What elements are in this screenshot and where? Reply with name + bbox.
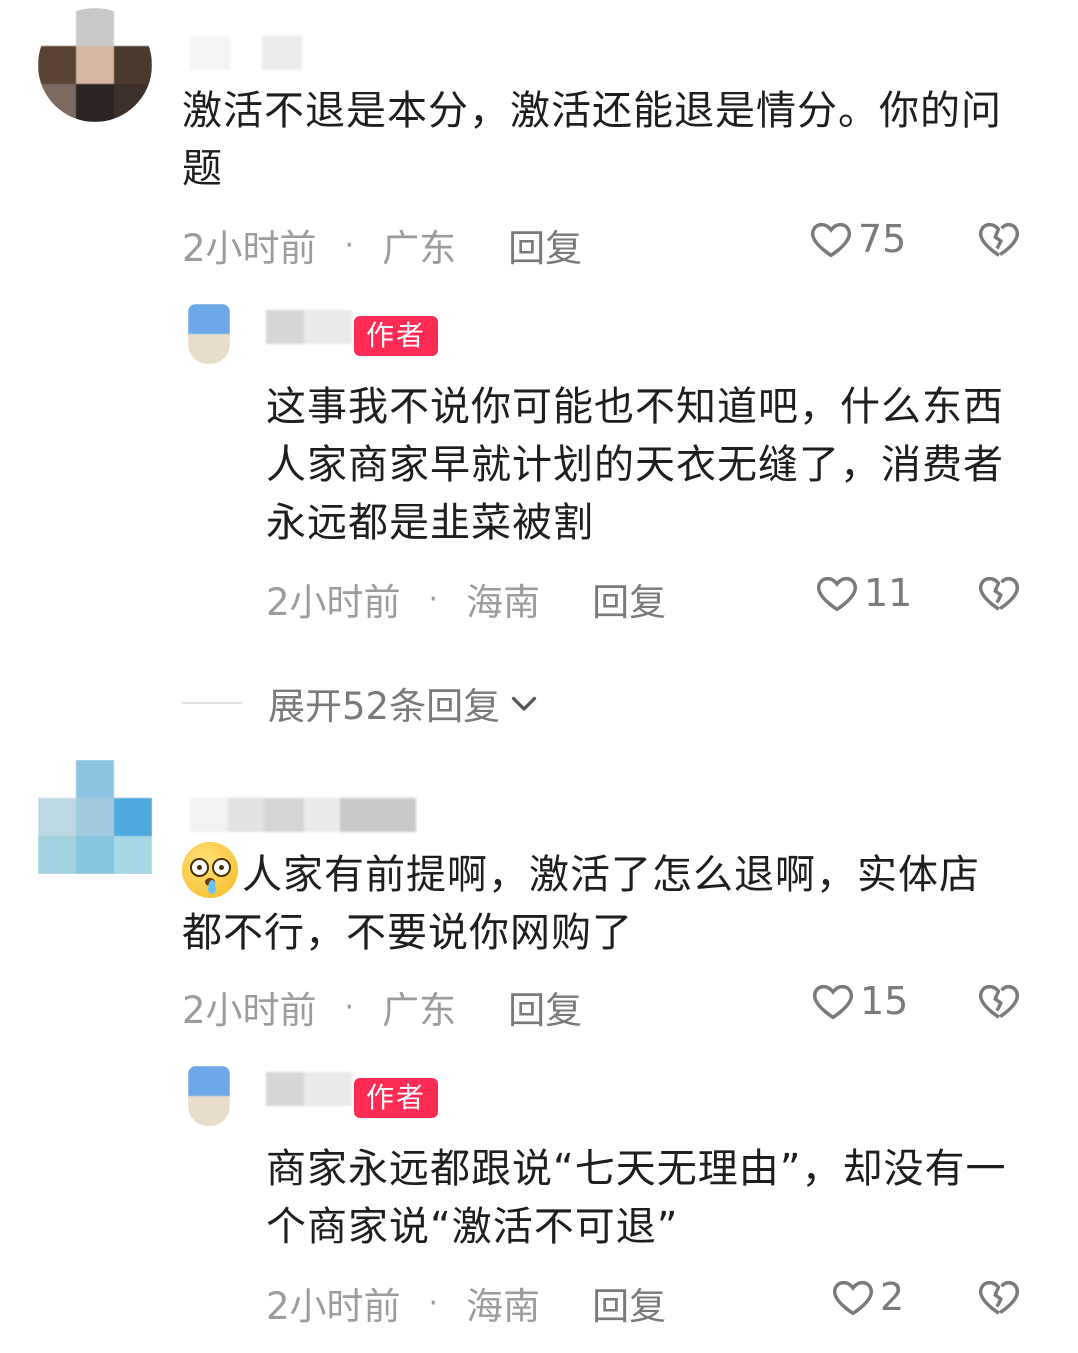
commenter-avatar[interactable] <box>38 8 152 122</box>
heart-outline-icon <box>817 576 857 612</box>
commenter-avatar[interactable] <box>38 760 152 874</box>
reply-button[interactable]: 回复 <box>592 1276 666 1330</box>
author-avatar[interactable] <box>188 1066 230 1126</box>
broken-heart-icon <box>979 222 1019 257</box>
author-badge: 作者 <box>354 1078 439 1118</box>
like-button[interactable]: 11 <box>814 570 912 616</box>
like-button[interactable]: 15 <box>810 978 908 1024</box>
heart-outline-icon <box>833 1280 873 1316</box>
meta-separator: · <box>344 227 355 263</box>
like-count: 15 <box>860 979 909 1023</box>
comment-location: 广东 <box>382 227 457 270</box>
expand-replies-button[interactable]: 展开52条回复 <box>182 676 542 730</box>
author-avatar[interactable] <box>188 304 230 364</box>
username-blurred[interactable] <box>190 798 416 832</box>
reply-text: 商家永远都跟说“七天无理由”，却没有一个商家说“激活不可退” <box>266 1146 1007 1250</box>
dislike-button[interactable] <box>976 1274 1022 1324</box>
comment-text: 激活不退是本分，激活还能退是情分。你的问题 <box>182 88 1002 192</box>
heart-outline-icon <box>811 222 851 258</box>
divider-line <box>182 702 242 704</box>
like-count: 75 <box>858 217 907 261</box>
reply-time: 2小时前 <box>266 1285 401 1328</box>
dislike-button[interactable] <box>976 978 1022 1028</box>
dizzy-drooling-face-emoji <box>182 842 238 898</box>
comment-meta: 2小时前 · 广东 回复 <box>182 218 582 272</box>
meta-separator: · <box>344 989 355 1025</box>
author-name-blurred[interactable] <box>266 1072 352 1106</box>
comment-time: 2小时前 <box>182 227 317 270</box>
comment-text-content: 人家有前提啊，激活了怎么退啊，实体店都不行，不要说你网购了 <box>182 852 980 956</box>
reply-meta: 2小时前 · 海南 回复 <box>266 1276 666 1330</box>
reply-time: 2小时前 <box>266 581 401 624</box>
username-blurred[interactable] <box>190 36 302 70</box>
reply-location: 海南 <box>466 581 541 624</box>
comment-meta: 2小时前 · 广东 回复 <box>182 980 582 1034</box>
comment-time: 2小时前 <box>182 989 317 1032</box>
expand-replies-label: 展开52条回复 <box>268 685 501 728</box>
broken-heart-icon <box>979 576 1019 611</box>
heart-outline-icon <box>813 984 853 1020</box>
author-name-blurred[interactable] <box>266 310 352 344</box>
reply-text: 这事我不说你可能也不知道吧，什么东西人家商家早就计划的天衣无缝了，消费者永远都是… <box>266 384 1004 546</box>
like-button[interactable]: 75 <box>808 216 906 262</box>
reply-button[interactable]: 回复 <box>592 572 666 626</box>
meta-separator: · <box>428 581 439 617</box>
comment-location: 广东 <box>382 989 457 1032</box>
dislike-button[interactable] <box>976 216 1022 266</box>
like-button[interactable]: 2 <box>830 1274 904 1320</box>
author-badge: 作者 <box>354 316 439 356</box>
reply-meta: 2小时前 · 海南 回复 <box>266 572 666 626</box>
like-count: 11 <box>864 571 913 615</box>
meta-separator: · <box>428 1285 439 1321</box>
like-count: 2 <box>880 1275 905 1319</box>
broken-heart-icon <box>979 1280 1019 1315</box>
dislike-button[interactable] <box>976 570 1022 620</box>
reply-button[interactable]: 回复 <box>508 980 582 1034</box>
comment-text: 人家有前提啊，激活了怎么退啊，实体店都不行，不要说你网购了 <box>182 842 1012 962</box>
broken-heart-icon <box>979 984 1019 1019</box>
chevron-down-icon <box>511 696 537 711</box>
reply-location: 海南 <box>466 1285 541 1328</box>
reply-button[interactable]: 回复 <box>508 218 582 272</box>
